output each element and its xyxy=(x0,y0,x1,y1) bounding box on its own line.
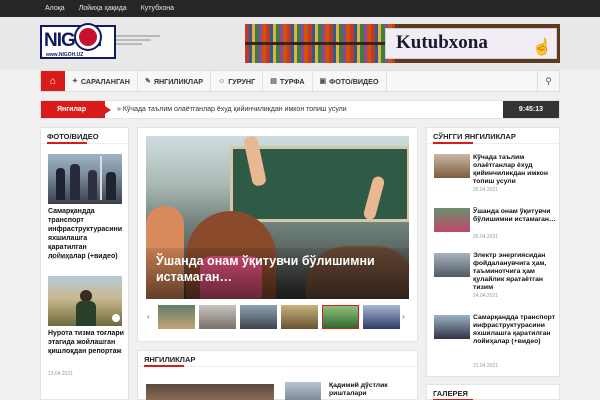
slider-thumb[interactable] xyxy=(281,305,318,329)
top-link-about[interactable]: Лойиҳа ҳақида xyxy=(79,5,127,12)
top-link-library[interactable]: Кутубхона xyxy=(141,5,174,12)
logo-circle-icon xyxy=(76,25,100,49)
play-icon xyxy=(112,314,120,322)
nav-item-misc[interactable]: ▤ ТУРФА xyxy=(263,71,313,91)
hero-title[interactable]: Ўшанда онам ўқитувчи бўлишимни истамаган… xyxy=(156,253,386,285)
news-date: 24.04.2021 xyxy=(473,293,499,299)
home-icon: ⌂ xyxy=(49,75,57,87)
clipboard-icon: ▤ xyxy=(270,78,277,85)
home-button[interactable]: ⌂ xyxy=(41,71,65,91)
photo-video-widget: ФОТО/ВИДЕО Самарқандда транспорт инфраст… xyxy=(40,127,129,400)
site-logo[interactable]: NIGOH www.NIGOH.UZ xyxy=(40,23,160,63)
banner-pane: Kutubxona ☝ xyxy=(385,28,557,59)
news-thumbnail[interactable] xyxy=(285,382,321,400)
nav-label: ТУРФА xyxy=(279,76,305,86)
logo-tail xyxy=(116,35,160,49)
nav-label: ГУРУНГ xyxy=(228,76,256,86)
widget-heading: ФОТО/ВИДЕО xyxy=(41,128,128,144)
bookshelf-image xyxy=(245,24,395,63)
gallery-widget: ГАЛЕРЕЯ xyxy=(426,384,560,400)
hand-cursor-icon: ☝ xyxy=(532,39,552,56)
slider-thumbnails: ‹ › xyxy=(146,302,409,334)
photo-title[interactable]: Нурота тизма тоғлари этагида жойлашган қ… xyxy=(48,329,124,356)
top-bar: Алоқа Лойиҳа ҳақида Кутубхона xyxy=(0,0,600,17)
news-date: 26.04.2021 xyxy=(473,187,499,193)
news-title[interactable]: Самарқандда транспорт инфраструктурасини… xyxy=(473,314,558,346)
main-nav: ⌂ ✦ САРАЛАНГАН ✎ ЯНГИЛИКЛАР ☺ ГУРУНГ ▤ ТУРФА… xyxy=(40,70,560,92)
photo-thumbnail[interactable] xyxy=(48,154,122,204)
nav-label: ЯНГИЛИКЛАР xyxy=(153,76,204,86)
nav-item-photo-video[interactable]: ▣ ФОТО/ВИДЕО xyxy=(313,71,387,91)
nav-label: САРАЛАНГАН xyxy=(80,76,130,86)
photo-date: 13.04.2021 xyxy=(48,371,74,377)
widget-heading: СЎНГГИ ЯНГИЛИКЛАР xyxy=(427,128,559,144)
hero-slide[interactable]: Ўшанда онам ўқитувчи бўлишимни истамаган… xyxy=(146,136,409,299)
search-icon: ⚲ xyxy=(545,75,552,86)
news-image[interactable] xyxy=(146,384,274,400)
news-ticker: Янгилар » Кўчада таълим олаётганлар ёхуд… xyxy=(40,100,560,119)
slider-thumb[interactable] xyxy=(322,305,359,329)
slider-thumb[interactable] xyxy=(199,305,236,329)
nav-item-featured[interactable]: ✦ САРАЛАНГАН xyxy=(65,71,138,91)
banner-text: Kutubxona xyxy=(396,32,488,53)
news-title[interactable]: Кўчада таълим олаётганлар ёхуд қийинчили… xyxy=(473,154,558,186)
news-thumbnail[interactable] xyxy=(434,315,470,339)
top-links: Алоқа Лойиҳа ҳақида Кутубхона xyxy=(45,0,174,17)
chevron-left-icon[interactable]: ‹ xyxy=(147,312,150,321)
news-thumbnail[interactable] xyxy=(434,253,470,277)
news-date: 21.04.2021 xyxy=(473,363,499,369)
slider-thumb[interactable] xyxy=(363,305,400,329)
news-date: 26.04.2021 xyxy=(473,234,499,240)
chevron-right-icon[interactable]: › xyxy=(402,312,405,321)
ticker-label: Янгилар xyxy=(41,101,111,118)
photo-date: 21.04.2021 xyxy=(48,255,74,261)
star-icon: ✦ xyxy=(72,78,78,85)
hero-caption: Ўшанда онам ўқитувчи бўлишимни истамаган… xyxy=(146,248,409,299)
news-thumbnail[interactable] xyxy=(434,154,470,178)
widget-heading: ГАЛЕРЕЯ xyxy=(427,385,559,400)
news-title[interactable]: Қадимий дўстлик ришталари xyxy=(329,382,413,398)
nav-item-news[interactable]: ✎ ЯНГИЛИКЛАР xyxy=(138,71,212,91)
slider-thumb[interactable] xyxy=(240,305,277,329)
news-title[interactable]: Ўшанда онам ўқитувчи бўлишимни истамаган… xyxy=(473,208,558,224)
ticker-headline[interactable]: » Кўчада таълим олаётганлар ёхуд қийинчи… xyxy=(117,106,347,113)
nav-item-talk[interactable]: ☺ ГУРУНГ xyxy=(211,71,264,91)
ticker-clock: 9:45:13 xyxy=(503,101,559,118)
nav-label: ФОТО/ВИДЕО xyxy=(329,76,379,86)
news-thumbnail[interactable] xyxy=(434,208,470,232)
people-icon: ☺ xyxy=(218,77,226,85)
news-title[interactable]: Электр энергиясидан фойдаланувчига ҳам, … xyxy=(473,252,558,292)
photo-title[interactable]: Самарқандда транспорт инфраструктурасини… xyxy=(48,207,126,261)
news-widget: ЯНГИЛИКЛАР Қадимий дўстлик ришталари xyxy=(137,350,418,400)
pencil-icon: ✎ xyxy=(144,78,151,85)
widget-heading: ЯНГИЛИКЛАР xyxy=(138,351,417,367)
slider-thumb[interactable] xyxy=(158,305,195,329)
video-thumbnail[interactable] xyxy=(48,276,122,326)
top-link-contact[interactable]: Алоқа xyxy=(45,5,65,12)
image-icon: ▣ xyxy=(319,78,327,85)
latest-news-widget: СЎНГГИ ЯНГИЛИКЛАР Кўчада таълим олаётган… xyxy=(426,127,560,377)
site-header: NIGOH www.NIGOH.UZ Kutubxona ☝ xyxy=(0,17,600,70)
library-banner[interactable]: Kutubxona ☝ xyxy=(245,24,560,63)
search-button[interactable]: ⚲ xyxy=(537,71,559,91)
logo-url: www.NIGOH.UZ xyxy=(46,52,84,58)
